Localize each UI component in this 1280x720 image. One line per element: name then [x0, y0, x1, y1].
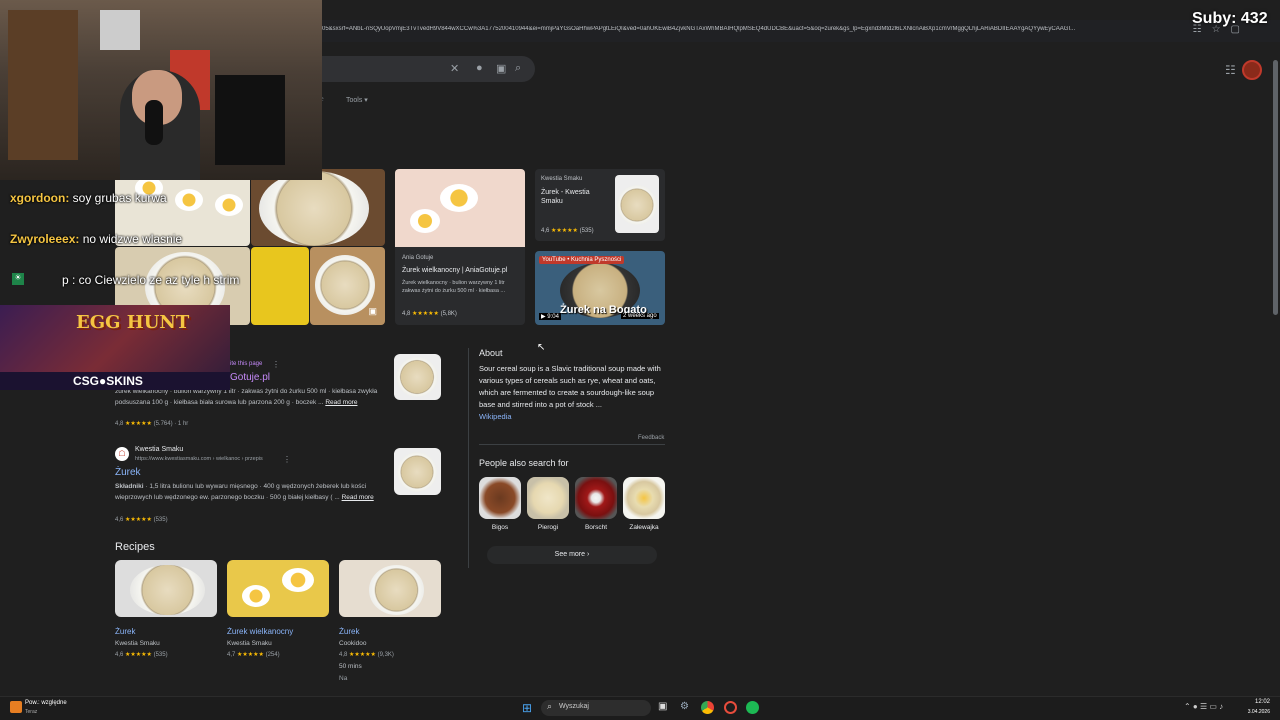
tools-button[interactable]: Tools ▾ [346, 96, 368, 104]
account-avatar[interactable] [1242, 60, 1262, 80]
result-2-rating: 4,6 ★★★★★ (535) [115, 517, 168, 523]
video-card-youtube[interactable]: YouTube • Kuchnia Pyszności Żurek na Bog… [535, 251, 665, 325]
search-icon[interactable]: ⌕ [515, 62, 521, 75]
kwestiasmaku-favicon: ☖ [115, 447, 129, 461]
card-rating: 4,6 ★★★★★ (535) [541, 228, 594, 234]
tray-icons[interactable]: ⌃ ● ☰ ▭ ♪ [1184, 702, 1223, 711]
result-1-note: ite this page [230, 361, 263, 367]
url-text[interactable]: 05&sxsrf=ANbL-nSQyUopVmjE3TvTvedH9V844wX… [322, 26, 1172, 32]
apps-grid-icon[interactable]: ☷ [1225, 63, 1236, 77]
card-source: Ania Gotuje [402, 255, 434, 261]
result-1-rating: 4,8 ★★★★★ (5.764) · 1 hr [115, 421, 189, 427]
card-snippet: Żurek wielkanocny · bulion warzywny 1 li… [402, 280, 506, 294]
image-card-kwestiasmaku[interactable]: Kwestia Smaku Żurek - Kwestia Smaku 4,6 … [535, 169, 665, 241]
image-result-4[interactable] [251, 247, 309, 325]
recipe-card-2[interactable]: Żurek wielkanocny Kwestia Smaku 4,7 ★★★★… [227, 560, 329, 658]
clock-time[interactable]: 12:02 [1238, 699, 1270, 705]
card-rating: 4,8 ★★★★★ (5,8K) [402, 311, 457, 317]
image-card-aniagotuje[interactable]: Ania Gotuje Żurek wielkanocny | AniaGotu… [395, 169, 525, 325]
read-more-link[interactable]: Read more [325, 399, 357, 406]
chat-message-1: xgordoon: soy grubas kurwa [10, 191, 167, 205]
pas-item-borscht[interactable]: Borscht [575, 477, 617, 531]
recipe-card-1[interactable]: Żurek Kwestia Smaku 4,6 ★★★★★ (535) [115, 560, 217, 658]
more-options-icon[interactable]: ⋮ [283, 455, 291, 464]
spotify-icon[interactable] [746, 701, 759, 714]
panel-divider [468, 348, 469, 568]
page-scrollbar[interactable] [1273, 60, 1278, 315]
mic-icon[interactable]: ● [476, 62, 483, 74]
about-text: Sour cereal soup is a Slavic traditional… [479, 364, 661, 421]
card-title: Żurek - Kwestia Smaku [541, 189, 590, 205]
video-source: YouTube • Kuchnia Pyszności [539, 256, 625, 264]
image-badge-icon: ▣ [368, 306, 377, 316]
chrome-icon[interactable] [701, 701, 714, 714]
mouse-cursor-icon: ↖ [537, 342, 546, 353]
image-result-5[interactable]: ▣ [310, 247, 385, 325]
result-2-url: https://www.kwestiasmaku.com › wielkanoc… [135, 456, 263, 462]
feedback-link[interactable]: Feedback [638, 435, 664, 441]
taskbar-search[interactable]: Wyszukaj [541, 700, 651, 716]
weather-sub: Teraz [25, 709, 38, 715]
clear-icon[interactable]: ✕ [450, 62, 459, 75]
recipe-card-3[interactable]: Żurek Cookidoo 4,8 ★★★★★ (9,3K) 50 mins … [339, 560, 441, 682]
read-more-link[interactable]: Read more [342, 494, 374, 501]
card-source: Kwestia Smaku [541, 176, 583, 182]
clock-date[interactable]: 3.04.2026 [1238, 709, 1270, 715]
see-more-button[interactable]: See more › [487, 546, 657, 564]
chat-message-3: p : co Ciewzielo ze az tyle h strim [62, 273, 240, 287]
chat-badge-icon: ☀ [12, 273, 24, 285]
weather-icon[interactable] [10, 701, 22, 713]
result-1-thumbnail[interactable] [394, 354, 441, 400]
divider [479, 444, 665, 445]
wikipedia-link[interactable]: Wikipedia [479, 412, 512, 421]
banner-brand: CSG●SKINS [73, 374, 143, 388]
task-view-icon[interactable]: ▣ [658, 701, 667, 712]
pas-item-pierogi[interactable]: Pierogi [527, 477, 569, 531]
chat-message-2: Zwyroleeex: no widzwe wlasnie [10, 232, 183, 246]
lens-icon[interactable]: ▣ [496, 62, 506, 75]
pas-item-bigos[interactable]: Bigos [479, 477, 521, 531]
result-1-title[interactable]: Gotuje.pl [230, 372, 270, 383]
pas-item-zalewajka[interactable]: Załewajka [623, 477, 665, 531]
result-2-thumbnail[interactable] [394, 448, 441, 495]
subs-counter: Suby: 432 [1192, 10, 1268, 27]
steam-icon[interactable]: ⚙ [680, 701, 689, 712]
search-box[interactable]: ✕ ● ▣ ⌕ [322, 56, 535, 82]
search-icon: ⌕ [547, 701, 553, 711]
about-heading: About [479, 348, 503, 358]
card-title: Żurek wielkanocny | AniaGotuje.pl [402, 267, 508, 274]
weather-label[interactable]: Pow.: względne [25, 700, 67, 706]
banner-title: EGG HUNT [76, 312, 190, 333]
more-options-icon[interactable]: ⋮ [272, 360, 280, 369]
result-2-title[interactable]: Żurek [115, 467, 141, 478]
app-icon[interactable] [724, 701, 737, 714]
webcam-overlay [0, 0, 322, 180]
people-also-search-heading: People also search for [479, 458, 569, 468]
image-result-2[interactable] [251, 169, 385, 246]
video-age: 2 weeks ago [621, 313, 659, 319]
recipes-heading: Recipes [115, 541, 155, 553]
result-2-snippet: Składniki · 1,5 litra bulionu lub wywaru… [115, 483, 374, 501]
result-2-site: Kwestia Smaku [135, 446, 184, 453]
start-icon[interactable]: ⊞ [522, 701, 532, 715]
video-duration: ▶ 9:04 [539, 313, 561, 320]
